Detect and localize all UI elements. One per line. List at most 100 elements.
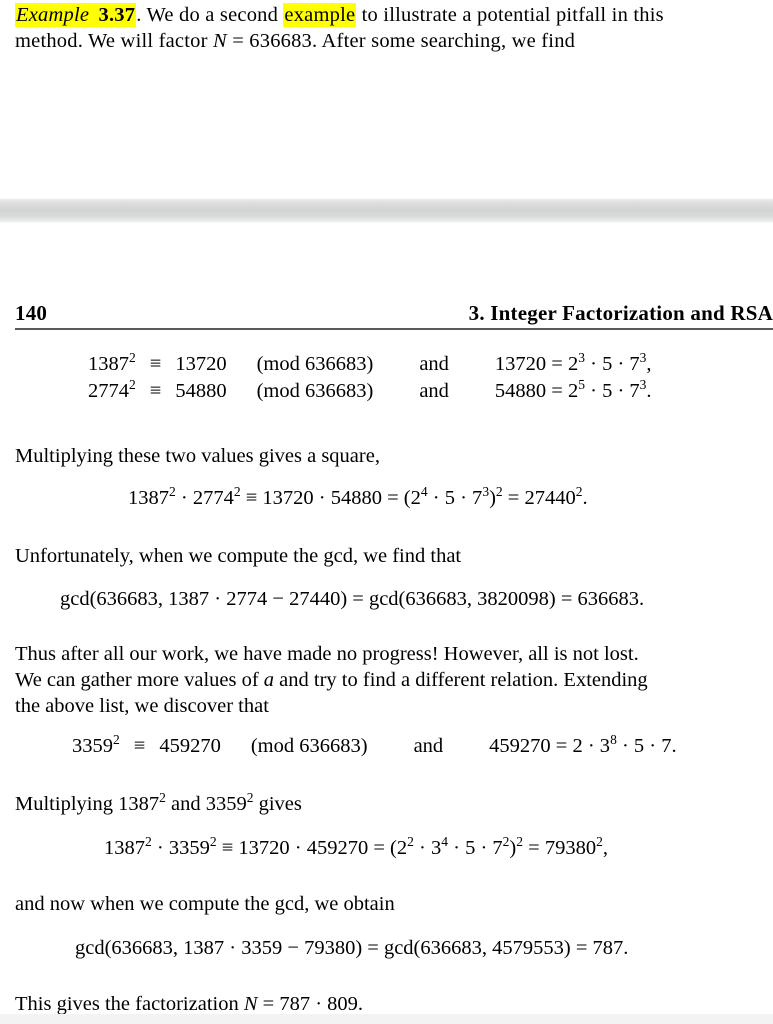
- eq2-value: 54880: [175, 380, 227, 402]
- eq5-exp6: 2: [516, 834, 524, 850]
- display-equation-3-gcd: gcd(636683, 1387 · 2774 − 27440) = gcd(6…: [0, 586, 773, 613]
- example-intro-text-d: = 636683. After some searching, we find: [226, 30, 576, 52]
- eq3-seg6: = 27440: [502, 487, 576, 509]
- equation-row-1: 13872 ≡ 13720 (mod 636683) and 13720 = 23 · 5…: [0, 351, 773, 378]
- equation-gcd-second: gcd(636683, 1387 · 3359 − 79380) = gcd(6…: [75, 937, 629, 959]
- eq2-conjunction: and: [419, 380, 449, 402]
- eq3-seg1: 1387: [128, 487, 169, 509]
- math-variable-N: N: [212, 30, 227, 52]
- eq1-modulus: (mod 636683): [256, 353, 374, 375]
- eq1-factorization-lead: 13720 = 2: [494, 353, 579, 375]
- eq1-value: 13720: [175, 353, 227, 375]
- chapter-running-title: 3. Integer Factorization and RSA: [468, 301, 773, 325]
- page-separator-band: [0, 198, 773, 223]
- para4-text-a: Multiplying 1387: [15, 793, 160, 815]
- eq2-punct: .: [646, 380, 652, 402]
- eq5-seg7: = 79380: [523, 837, 597, 859]
- eq3-seg7: .: [582, 487, 588, 509]
- eq3-seg5: ): [489, 487, 496, 509]
- paragraph-line: Multiplying these two values gives a squ…: [15, 445, 380, 467]
- eq5-seg4: · 3: [413, 837, 442, 859]
- eq4-conjunction: and: [413, 735, 444, 757]
- equation-gcd-first: gcd(636683, 1387 · 2774 − 27440) = gcd(6…: [60, 588, 645, 610]
- equation-square-product-2: 13872 · 33592 ≡ 13720 · 459270 = (22 · 3…: [0, 835, 773, 862]
- eq1-factor-exp-1: 3: [578, 350, 585, 366]
- paragraph-no-progress: Thus after all our work, we have made no…: [15, 641, 767, 719]
- example-intro-line-2: method. We will factor N = 636683. After…: [15, 28, 575, 54]
- eq5-seg8: ,: [602, 837, 608, 859]
- eq3-exp2: 2: [233, 484, 241, 500]
- page-number: 140: [15, 301, 48, 325]
- eq5-exp7: 2: [596, 834, 603, 850]
- eq5-exp1: 2: [145, 834, 152, 850]
- math-variable-a: a: [263, 669, 275, 691]
- eq2-factor-exp-1: 5: [578, 377, 585, 393]
- equation-row-3359: 33592 ≡ 459270 (mod 636683) and 459270 = 2 · …: [0, 733, 773, 760]
- para4-text-b: and 3359: [165, 793, 247, 815]
- example-intro-text-b: to illustrate a potential pitfall in thi…: [356, 4, 664, 26]
- eq4-base: 3359: [72, 735, 113, 757]
- para4-exp-1: 2: [159, 790, 166, 806]
- eq4-factorization-lead: 459270 = 2 · 3: [489, 735, 611, 757]
- paragraph-line: Thus after all our work, we have made no…: [15, 643, 639, 665]
- paragraph-line: We can gather more values of a and try t…: [15, 667, 767, 693]
- eq4-relation: ≡: [133, 735, 146, 757]
- eq3-exp6: 2: [575, 484, 583, 500]
- example-intro-line-1: Example 3.37. We do a second example to …: [15, 2, 664, 28]
- paragraph-and-now-gcd: and now when we compute the gcd, we obta…: [15, 891, 767, 917]
- eq2-modulus: (mod 636683): [256, 380, 374, 402]
- para3-text-b: and try to find a different relation. Ex…: [274, 669, 648, 691]
- eq2-factor-mid: · 5 · 7: [585, 380, 640, 402]
- paragraph-multiplying-values: Multiplying these two values gives a squ…: [15, 443, 767, 469]
- eq5-exp3: 2: [407, 834, 414, 850]
- eq4-value: 459270: [159, 735, 221, 757]
- eq2-base: 2774: [88, 380, 129, 402]
- eq5-seg2: · 3359: [151, 837, 210, 859]
- paragraph-unfortunately-gcd: Unfortunately, when we compute the gcd, …: [15, 543, 767, 569]
- display-equation-4: 33592 ≡ 459270 (mod 636683) and 459270 = 2 · …: [0, 733, 773, 760]
- eq5-exp4: 4: [441, 834, 448, 850]
- eq2-relation: ≡: [149, 380, 162, 402]
- math-variable-N: N: [243, 993, 258, 1015]
- eq4-factor-exp: 8: [610, 732, 617, 748]
- eq3-exp1: 2: [169, 484, 176, 500]
- para3-text-a: We can gather more values of: [15, 669, 264, 691]
- example-intro-text-c: method. We will factor: [15, 30, 213, 52]
- display-equation-6-gcd: gcd(636683, 1387 · 3359 − 79380) = gcd(6…: [0, 935, 773, 962]
- eq4-factor-tail: · 5 · 7.: [616, 735, 677, 757]
- eq1-exponent: 2: [129, 350, 136, 366]
- highlighted-example-label: Example: [15, 3, 91, 27]
- eq5-exp2: 2: [209, 834, 217, 850]
- eq4-exponent: 2: [113, 732, 120, 748]
- page-header: 140 3. Integer Factorization and RSA: [15, 301, 773, 326]
- paragraph-line: and now when we compute the gcd, we obta…: [15, 893, 395, 915]
- eq1-relation: ≡: [149, 353, 162, 375]
- eq5-seg3: ≡ 13720 · 459270 = (2: [216, 837, 408, 859]
- highlighted-example-number: 3.37: [97, 3, 137, 27]
- highlighted-word-example: example: [283, 3, 357, 27]
- equation-square-product: 13872 · 27742 ≡ 13720 · 54880 = (24 · 5 …: [0, 485, 773, 512]
- example-intro-text-a: . We do a second: [136, 4, 284, 26]
- equation-row-2: 27742 ≡ 54880 (mod 636683) and 54880 = 25 · 5…: [0, 378, 773, 405]
- eq2-factorization-lead: 54880 = 2: [494, 380, 579, 402]
- display-equation-1: 13872 ≡ 13720 (mod 636683) and 13720 = 23 · 5…: [0, 351, 773, 405]
- eq5-seg5: · 5 · 7: [448, 837, 503, 859]
- para6-text-b: = 787 · 809.: [257, 993, 364, 1015]
- header-rule: [15, 328, 773, 330]
- eq3-exp5: 2: [495, 484, 503, 500]
- eq1-factor-mid: · 5 · 7: [585, 353, 640, 375]
- eq3-seg3: ≡ 13720 · 54880 = (2: [240, 487, 421, 509]
- eq3-seg2: · 2774: [175, 487, 234, 509]
- paragraph-line: Multiplying 13872 and 33592 gives: [15, 791, 767, 817]
- paragraph-line: Unfortunately, when we compute the gcd, …: [15, 545, 462, 567]
- para6-text-a: This gives the factorization: [15, 993, 244, 1015]
- paragraph-multiplying-1387-3359: Multiplying 13872 and 33592 gives: [15, 791, 767, 817]
- eq3-exp3: 4: [420, 484, 428, 500]
- eq1-punct: ,: [646, 353, 652, 375]
- display-equation-5: 13872 · 33592 ≡ 13720 · 459270 = (22 · 3…: [0, 835, 773, 862]
- eq1-conjunction: and: [419, 353, 449, 375]
- eq5-seg1: 1387: [104, 837, 145, 859]
- eq1-base: 1387: [88, 353, 129, 375]
- eq4-modulus: (mod 636683): [250, 735, 368, 757]
- para4-text-c: gives: [253, 793, 302, 815]
